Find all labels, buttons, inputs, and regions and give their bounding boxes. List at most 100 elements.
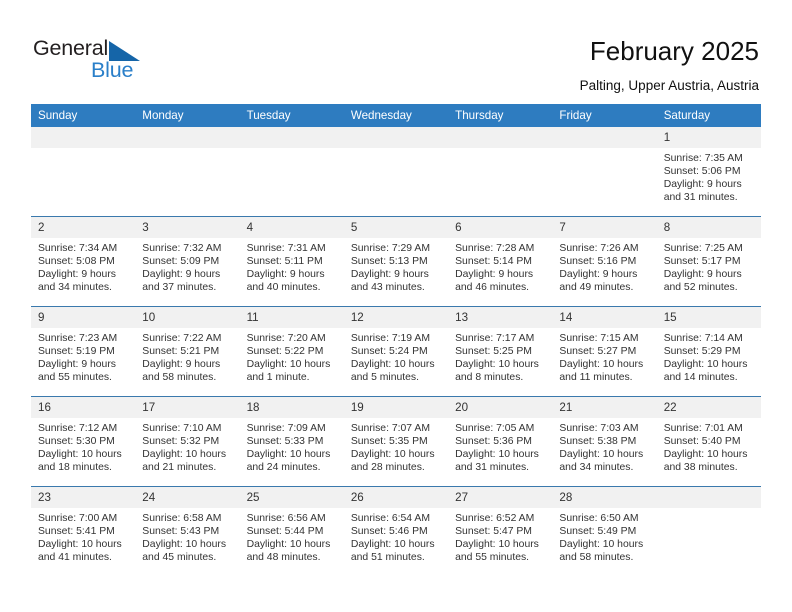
day-info: Sunrise: 7:23 AM Sunset: 5:19 PM Dayligh… [31,328,135,384]
daylight-text-line2: and 5 minutes. [350,372,420,384]
day-info: Sunrise: 7:01 AM Sunset: 5:40 PM Dayligh… [657,418,761,474]
daylight-text-line1: Daylight: 10 hours [559,359,644,371]
day-cell[interactable]: 17 Sunrise: 7:10 AM Sunset: 5:32 PM Dayl… [135,396,240,487]
sunrise-text: Sunrise: 7:34 AM [38,243,118,254]
day-cell[interactable]: 14 Sunrise: 7:15 AM Sunset: 5:27 PM Dayl… [552,306,657,397]
day-number: 23 [31,487,136,508]
day-cell[interactable]: 20 Sunrise: 7:05 AM Sunset: 5:36 PM Dayl… [448,396,553,487]
day-number: 15 [656,307,761,328]
day-cell[interactable]: 18 Sunrise: 7:09 AM Sunset: 5:33 PM Dayl… [239,396,344,487]
sunrise-text: Sunrise: 7:07 AM [350,423,430,434]
daylight-text-line1: Daylight: 10 hours [559,449,644,461]
day-cell[interactable]: 3 Sunrise: 7:32 AM Sunset: 5:09 PM Dayli… [135,216,240,307]
daylight-text-line1: Daylight: 10 hours [246,359,331,371]
day-cell[interactable]: 24 Sunrise: 6:58 AM Sunset: 5:43 PM Dayl… [135,486,240,576]
sunset-text: Sunset: 5:32 PM [142,436,220,448]
day-cell[interactable]: 16 Sunrise: 7:12 AM Sunset: 5:30 PM Dayl… [31,396,136,487]
page-title: February 2025 [589,36,759,66]
daylight-text-line2: and 48 minutes. [246,552,321,564]
day-number: 12 [343,307,449,328]
day-cell[interactable]: 5 Sunrise: 7:29 AM Sunset: 5:13 PM Dayli… [343,216,449,307]
daylight-text-line2: and 55 minutes. [455,552,530,564]
daylight-text-line1: Daylight: 10 hours [246,539,331,551]
day-cell [656,486,761,576]
daylight-text-line2: and 28 minutes. [350,462,425,474]
day-info: Sunrise: 7:35 AM Sunset: 5:06 PM Dayligh… [657,148,761,204]
daylight-text-line2: and 58 minutes. [142,372,217,384]
sunrise-text: Sunrise: 7:28 AM [455,243,535,254]
daylight-text-line2: and 40 minutes. [246,282,321,294]
sunset-text: Sunset: 5:35 PM [350,436,428,448]
sunrise-text: Sunrise: 7:14 AM [663,333,743,344]
daylight-text-line1: Daylight: 10 hours [663,449,748,461]
day-cell[interactable]: 23 Sunrise: 7:00 AM Sunset: 5:41 PM Dayl… [31,486,136,576]
sunrise-text: Sunrise: 7:12 AM [38,423,118,434]
day-cell[interactable]: 9 Sunrise: 7:23 AM Sunset: 5:19 PM Dayli… [31,306,136,397]
day-cell[interactable]: 13 Sunrise: 7:17 AM Sunset: 5:25 PM Dayl… [448,306,553,397]
sunrise-text: Sunrise: 7:25 AM [663,243,743,254]
day-number: 1 [656,127,761,148]
sunrise-text: Sunrise: 6:56 AM [246,513,326,524]
daylight-text-line1: Daylight: 10 hours [142,539,227,551]
weekday-header-thursday: Thursday [448,104,553,127]
sunrise-text: Sunrise: 6:52 AM [455,513,535,524]
day-cell[interactable]: 10 Sunrise: 7:22 AM Sunset: 5:21 PM Dayl… [135,306,240,397]
daylight-text-line2: and 18 minutes. [38,462,112,474]
day-number: 3 [135,217,240,238]
sunset-text: Sunset: 5:29 PM [663,346,741,358]
day-cell[interactable]: 7 Sunrise: 7:26 AM Sunset: 5:16 PM Dayli… [552,216,657,307]
sunset-text: Sunset: 5:40 PM [663,436,741,448]
weekday-header-monday: Monday [135,104,240,127]
day-number: 11 [239,307,344,328]
day-number: 14 [552,307,657,328]
weekday-header-row: Sunday Monday Tuesday Wednesday Thursday… [31,104,761,127]
daylight-text-line1: Daylight: 9 hours [38,269,116,281]
day-info: Sunrise: 7:34 AM Sunset: 5:08 PM Dayligh… [31,238,135,294]
daylight-text-line2: and 14 minutes. [663,372,738,384]
sunrise-text: Sunrise: 7:00 AM [38,513,118,524]
day-cell[interactable]: 28 Sunrise: 6:50 AM Sunset: 5:49 PM Dayl… [552,486,657,576]
day-info: Sunrise: 6:50 AM Sunset: 5:49 PM Dayligh… [552,508,656,564]
daylight-text-line1: Daylight: 10 hours [559,539,644,551]
daylight-text-line1: Daylight: 10 hours [350,359,435,371]
day-cell[interactable]: 26 Sunrise: 6:54 AM Sunset: 5:46 PM Dayl… [343,486,449,576]
day-number [31,127,136,148]
sunset-text: Sunset: 5:41 PM [38,526,115,538]
daylight-text-line1: Daylight: 9 hours [455,269,534,281]
day-cell[interactable]: 27 Sunrise: 6:52 AM Sunset: 5:47 PM Dayl… [448,486,553,576]
day-cell[interactable]: 19 Sunrise: 7:07 AM Sunset: 5:35 PM Dayl… [343,396,449,487]
daylight-text-line2: and 49 minutes. [559,282,634,294]
calendar-week-row: 16 Sunrise: 7:12 AM Sunset: 5:30 PM Dayl… [31,396,761,487]
day-info: Sunrise: 7:28 AM Sunset: 5:14 PM Dayligh… [448,238,552,294]
sunset-text: Sunset: 5:27 PM [559,346,637,358]
day-info: Sunrise: 7:03 AM Sunset: 5:38 PM Dayligh… [552,418,656,474]
day-cell [448,127,553,217]
day-number: 16 [31,397,136,418]
sunset-text: Sunset: 5:43 PM [142,526,220,538]
day-cell[interactable]: 22 Sunrise: 7:01 AM Sunset: 5:40 PM Dayl… [656,396,761,487]
day-number: 28 [552,487,657,508]
sunrise-text: Sunrise: 7:17 AM [455,333,535,344]
day-cell[interactable]: 25 Sunrise: 6:56 AM Sunset: 5:44 PM Dayl… [239,486,344,576]
daylight-text-line1: Daylight: 9 hours [350,269,429,281]
day-number: 10 [135,307,240,328]
day-number: 7 [552,217,657,238]
sunrise-text: Sunrise: 7:22 AM [142,333,222,344]
day-cell[interactable]: 4 Sunrise: 7:31 AM Sunset: 5:11 PM Dayli… [239,216,344,307]
day-cell[interactable]: 15 Sunrise: 7:14 AM Sunset: 5:29 PM Dayl… [656,306,761,397]
day-cell[interactable]: 11 Sunrise: 7:20 AM Sunset: 5:22 PM Dayl… [239,306,344,397]
day-cell[interactable]: 8 Sunrise: 7:25 AM Sunset: 5:17 PM Dayli… [656,216,761,307]
day-info: Sunrise: 7:10 AM Sunset: 5:32 PM Dayligh… [135,418,239,474]
day-info: Sunrise: 6:52 AM Sunset: 5:47 PM Dayligh… [448,508,552,564]
day-cell[interactable]: 12 Sunrise: 7:19 AM Sunset: 5:24 PM Dayl… [343,306,449,397]
day-number: 25 [239,487,344,508]
daylight-text-line2: and 51 minutes. [350,552,425,564]
sunrise-text: Sunrise: 7:26 AM [559,243,639,254]
day-cell[interactable]: 2 Sunrise: 7:34 AM Sunset: 5:08 PM Dayli… [31,216,136,307]
day-cell[interactable]: 21 Sunrise: 7:03 AM Sunset: 5:38 PM Dayl… [552,396,657,487]
weekday-header-wednesday: Wednesday [343,104,449,127]
day-cell[interactable]: 6 Sunrise: 7:28 AM Sunset: 5:14 PM Dayli… [448,216,553,307]
day-cell[interactable]: 1 Sunrise: 7:35 AM Sunset: 5:06 PM Dayli… [656,127,761,217]
sunset-text: Sunset: 5:25 PM [455,346,532,358]
page-header: General Blue February 2025 Palting, Uppe… [0,0,792,104]
